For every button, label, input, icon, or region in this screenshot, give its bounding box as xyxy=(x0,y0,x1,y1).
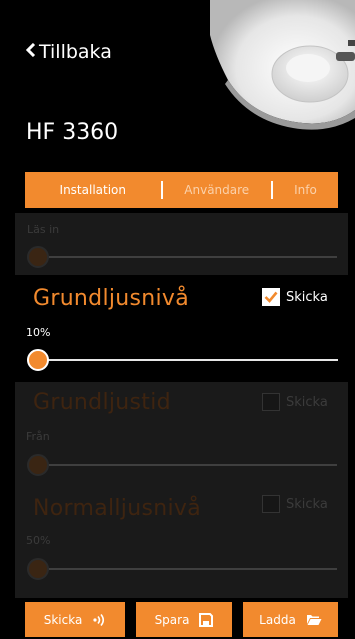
normalljusniva-slider-knob[interactable] xyxy=(27,558,49,580)
checkbox-empty-icon xyxy=(262,393,280,411)
grundljusniva-title: Grundljusnivå xyxy=(33,286,190,311)
grundljustid-slider-knob[interactable] xyxy=(27,454,49,476)
las-in-slider-knob[interactable] xyxy=(27,246,49,268)
grundljustid-slider-track xyxy=(37,464,337,466)
normalljusniva-slider-track xyxy=(37,568,337,570)
load-button[interactable]: Ladda xyxy=(243,602,338,637)
check-icon xyxy=(262,288,280,306)
las-in-panel: Läs in xyxy=(15,213,348,275)
page-title: HF 3360 xyxy=(26,120,119,145)
save-button[interactable]: Spara xyxy=(136,602,232,637)
normalljusniva-title: Normalljusnivå xyxy=(33,496,201,521)
grundljusniva-slider-track xyxy=(36,359,338,361)
grundljusniva-send-label: Skicka xyxy=(286,289,328,305)
tab-bar: Installation Användare Info xyxy=(25,172,338,208)
send-button-label: Skicka xyxy=(43,612,83,627)
grundljustid-send-checkbox[interactable]: Skicka xyxy=(262,393,328,411)
normalljusniva-value: 50% xyxy=(26,534,51,547)
grundljustid-send-label: Skicka xyxy=(286,394,328,410)
back-button[interactable]: Tillbaka xyxy=(25,41,112,63)
tab-installation[interactable]: Installation xyxy=(25,183,161,197)
back-label: Tillbaka xyxy=(39,41,112,63)
broadcast-icon xyxy=(92,613,106,627)
chevron-left-icon xyxy=(25,42,36,61)
folder-open-icon xyxy=(306,613,322,626)
floppy-disk-icon xyxy=(199,612,214,627)
send-button[interactable]: Skicka xyxy=(25,602,125,637)
grundljustid-value: Från xyxy=(26,430,50,443)
grundljusniva-value: 10% xyxy=(26,326,51,339)
checkbox-empty-icon xyxy=(262,495,280,513)
grundljusniva-send-checkbox[interactable]: Skicka xyxy=(262,288,328,306)
device-image xyxy=(210,0,355,130)
tab-anvandare[interactable]: Användare xyxy=(163,183,271,197)
las-in-label: Läs in xyxy=(27,223,60,236)
normalljusniva-send-label: Skicka xyxy=(286,496,328,512)
normalljusniva-send-checkbox[interactable]: Skicka xyxy=(262,495,328,513)
load-button-label: Ladda xyxy=(259,612,296,627)
tab-info[interactable]: Info xyxy=(273,183,338,197)
grundljustid-title: Grundljustid xyxy=(33,390,171,415)
las-in-slider-track xyxy=(37,256,337,258)
save-button-label: Spara xyxy=(154,612,190,627)
grundljusniva-slider-knob[interactable] xyxy=(27,349,49,371)
disabled-settings-panel: Grundljustid Skicka Från Normalljusnivå … xyxy=(15,382,348,598)
